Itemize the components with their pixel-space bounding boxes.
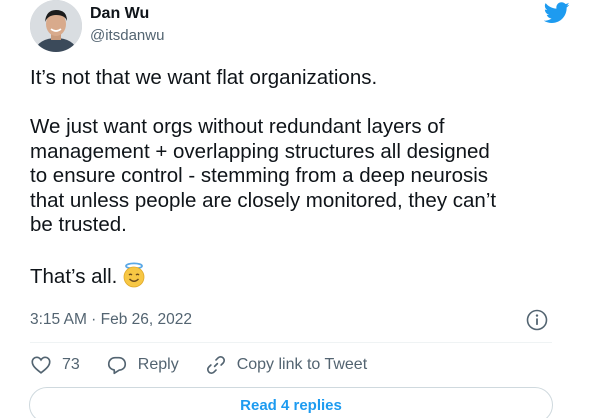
tweet-paragraph-3: That’s all. bbox=[30, 262, 570, 290]
tweet-text: It’s not that we want flat organizations… bbox=[30, 66, 570, 290]
tweet-header: Dan Wu @itsdanwu bbox=[30, 0, 570, 56]
copy-link-button[interactable]: Copy link to Tweet bbox=[205, 354, 367, 376]
tweet-line: We just want orgs without redundant laye… bbox=[30, 115, 445, 138]
tweet-paragraph-1: It’s not that we want flat organizations… bbox=[30, 66, 570, 91]
tweet-actions: 73 Reply Copy link to Tweet bbox=[30, 353, 393, 377]
tweet-card: Dan Wu @itsdanwu It’s not that we want f… bbox=[0, 0, 600, 418]
author-name[interactable]: Dan Wu bbox=[90, 5, 149, 23]
tweet-line: be trusted. bbox=[30, 213, 127, 236]
info-icon[interactable] bbox=[526, 309, 548, 331]
reply-label: Reply bbox=[137, 356, 179, 373]
reply-button[interactable]: Reply bbox=[106, 354, 179, 376]
author-handle[interactable]: @itsdanwu bbox=[90, 27, 164, 44]
link-icon bbox=[206, 356, 225, 374]
like-count: 73 bbox=[62, 356, 80, 373]
tweet-line: to ensure control - stemming from a deep… bbox=[30, 164, 489, 187]
read-replies-button[interactable]: Read 4 replies bbox=[29, 387, 553, 418]
tweet-line: that unless people are closely monitored… bbox=[30, 188, 497, 212]
twitter-bird-icon[interactable] bbox=[544, 2, 570, 24]
divider bbox=[30, 342, 552, 343]
copy-link-label: Copy link to Tweet bbox=[236, 356, 368, 373]
smiling-face-with-halo-icon bbox=[123, 262, 145, 288]
tweet-timestamp[interactable]: 3:15 AM · Feb 26, 2022 bbox=[30, 311, 192, 329]
like-button[interactable]: 73 bbox=[30, 354, 80, 376]
reply-bubble-icon bbox=[107, 356, 126, 375]
avatar[interactable] bbox=[30, 0, 82, 52]
tweet-paragraph-2: We just want orgs without redundant laye… bbox=[30, 115, 570, 238]
heart-icon bbox=[31, 356, 51, 374]
tweet-line: It’s not that we want flat organizations… bbox=[30, 66, 378, 89]
tweet-line: That’s all. bbox=[30, 265, 118, 288]
tweet-line: management + overlapping structures all … bbox=[30, 139, 490, 163]
